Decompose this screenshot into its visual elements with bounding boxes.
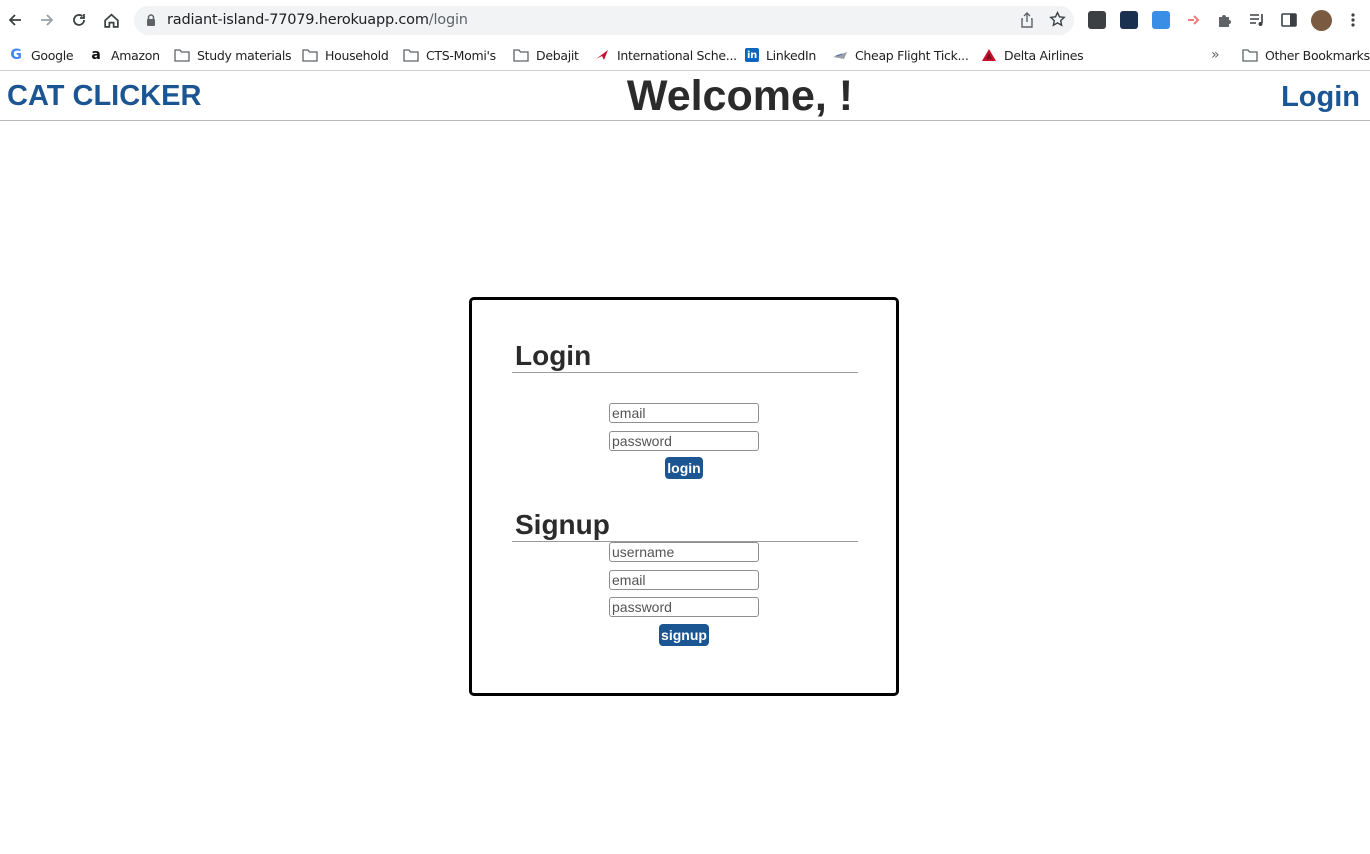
back-icon[interactable] — [3, 8, 27, 32]
signup-username-input[interactable] — [609, 542, 759, 562]
welcome-heading: Welcome, ! — [626, 72, 854, 120]
forward-icon[interactable] — [35, 8, 59, 32]
site-header: CAT CLICKER Welcome, ! Login — [0, 72, 1370, 121]
bookmark-other[interactable]: Other Bookmarks — [1242, 44, 1370, 66]
folder-icon — [1242, 47, 1258, 63]
signup-password-input[interactable] — [609, 597, 759, 617]
bookmark-linkedin[interactable]: in LinkedIn — [745, 44, 816, 66]
folder-icon — [513, 47, 529, 63]
signup-button[interactable]: signup — [659, 624, 709, 646]
bookmark-folder-study[interactable]: Study materials — [174, 44, 292, 66]
bookmark-folder-debajit[interactable]: Debajit — [513, 44, 579, 66]
login-title: Login — [515, 340, 592, 371]
home-icon[interactable] — [99, 8, 123, 32]
auth-card: Login login Signup signup — [469, 297, 899, 696]
bookmark-star-icon[interactable] — [1049, 11, 1066, 28]
bookmark-delta[interactable]: Delta Airlines — [981, 44, 1084, 66]
signup-title: Signup — [515, 509, 610, 540]
bookmark-google[interactable]: G Google — [8, 44, 73, 66]
reload-icon[interactable] — [67, 8, 91, 32]
amazon-icon: a — [91, 47, 101, 63]
signup-email-input[interactable] — [609, 570, 759, 590]
plane-icon — [832, 47, 848, 63]
reading-list-icon[interactable] — [1248, 11, 1266, 29]
browser-toolbar: radiant-island-77079.herokuapp.com/login — [0, 0, 1370, 40]
folder-icon — [403, 47, 419, 63]
login-button[interactable]: login — [665, 457, 703, 479]
bookmark-amazon[interactable]: a Amazon — [88, 44, 160, 66]
extension-3-icon[interactable] — [1152, 11, 1170, 29]
bookmark-folder-household[interactable]: Household — [302, 44, 389, 66]
google-icon: G — [10, 47, 22, 63]
profile-avatar[interactable] — [1311, 10, 1332, 31]
linkedin-icon: in — [745, 48, 759, 62]
bookmarks-overflow-button[interactable]: » — [1211, 44, 1220, 66]
bookmark-international[interactable]: International Sche... — [594, 44, 737, 66]
extension-4-icon[interactable] — [1184, 11, 1202, 29]
airline-icon — [594, 47, 610, 63]
side-panel-icon[interactable] — [1280, 11, 1298, 29]
login-email-input[interactable] — [609, 403, 759, 423]
bookmarks-bar: G Google a Amazon Study materials Househ… — [0, 40, 1370, 71]
bookmark-cheap-flights[interactable]: Cheap Flight Tick... — [832, 44, 969, 66]
address-bar[interactable]: radiant-island-77079.herokuapp.com/login — [134, 6, 1074, 35]
delta-icon — [981, 47, 997, 63]
lock-icon — [147, 14, 155, 26]
extension-1-icon[interactable] — [1088, 11, 1106, 29]
puzzle-icon[interactable] — [1216, 11, 1234, 29]
address-url: radiant-island-77079.herokuapp.com/login — [167, 12, 468, 28]
login-divider — [512, 372, 858, 373]
folder-icon — [302, 47, 318, 63]
login-password-input[interactable] — [609, 431, 759, 451]
extension-2-icon[interactable] — [1120, 11, 1138, 29]
bookmark-folder-cts[interactable]: CTS-Momi's — [403, 44, 496, 66]
nav-login-link[interactable]: Login — [1281, 81, 1360, 114]
share-icon[interactable] — [1020, 12, 1034, 28]
menu-icon[interactable] — [1341, 8, 1365, 32]
folder-icon — [174, 47, 190, 63]
